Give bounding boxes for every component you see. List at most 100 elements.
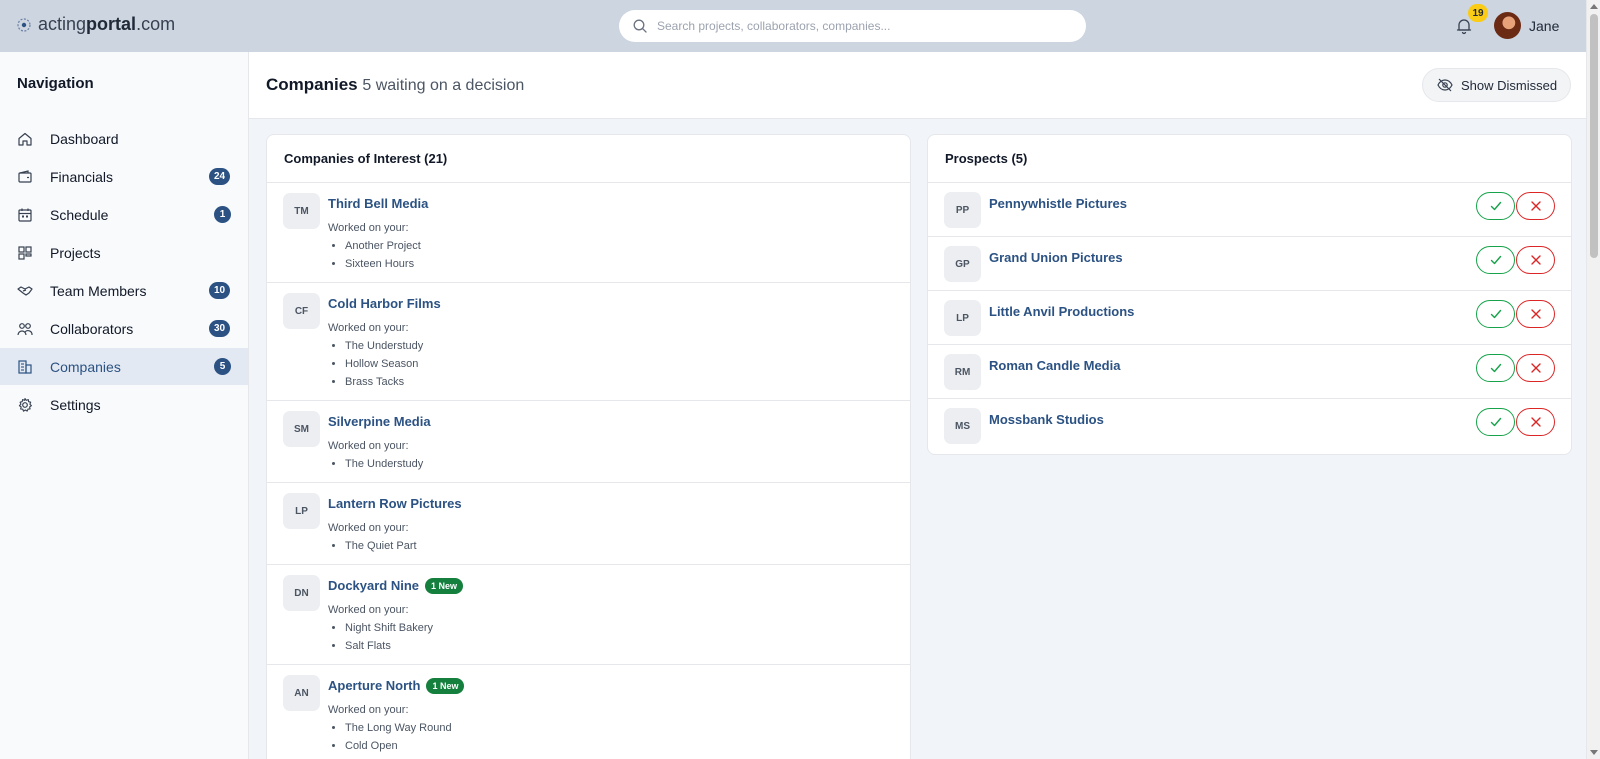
count-badge: 10 bbox=[209, 282, 231, 299]
sidebar-item-dashboard[interactable]: Dashboard bbox=[0, 120, 248, 157]
sidebar-item-financials[interactable]: Financials 24 bbox=[0, 158, 248, 195]
project-item: Another Project bbox=[345, 237, 910, 255]
count-badge: 24 bbox=[209, 168, 231, 185]
accept-button[interactable] bbox=[1476, 354, 1515, 382]
scrollbar-thumb[interactable] bbox=[1590, 14, 1598, 258]
accept-button[interactable] bbox=[1476, 300, 1515, 328]
project-item: The Quiet Part bbox=[345, 537, 910, 555]
scroll-up-arrow[interactable] bbox=[1590, 4, 1598, 9]
check-icon bbox=[1490, 417, 1501, 427]
reject-button[interactable] bbox=[1516, 408, 1555, 436]
reject-button[interactable] bbox=[1516, 354, 1555, 382]
sidebar-item-schedule[interactable]: Schedule 1 bbox=[0, 196, 248, 233]
page-title: Companies 5 waiting on a decision bbox=[266, 75, 524, 95]
company-name-link[interactable]: Mossbank Studios bbox=[989, 412, 1104, 427]
page-subtitle: 5 waiting on a decision bbox=[362, 77, 525, 94]
project-list: The Long Way Round Cold Open bbox=[345, 719, 910, 755]
page-header: Companies 5 waiting on a decision Show D… bbox=[249, 52, 1586, 119]
avatar[interactable] bbox=[1494, 12, 1521, 39]
page-title-text: Companies bbox=[266, 75, 358, 94]
sidebar-item-collaborators[interactable]: Collaborators 30 bbox=[0, 310, 248, 347]
user-name[interactable]: Jane bbox=[1529, 18, 1559, 34]
worked-on-label: Worked on your: bbox=[328, 604, 409, 616]
list-item[interactable]: LP Lantern Row Pictures Worked on your: … bbox=[267, 483, 910, 565]
scroll-down-arrow[interactable] bbox=[1590, 750, 1598, 755]
close-icon bbox=[1530, 255, 1541, 265]
list-item[interactable]: AN Aperture North 1 New Worked on your: T… bbox=[267, 665, 910, 759]
company-initials: LP bbox=[283, 493, 320, 529]
project-item: Night Shift Bakery bbox=[345, 619, 910, 637]
table-row: PP Pennywhistle Pictures bbox=[928, 183, 1571, 237]
new-badge: 1 New bbox=[425, 578, 464, 594]
logo-bold: portal bbox=[86, 14, 137, 34]
new-badge: 1 New bbox=[426, 678, 465, 694]
table-row: RM Roman Candle Media bbox=[928, 345, 1571, 399]
company-name-link[interactable]: Pennywhistle Pictures bbox=[989, 196, 1127, 211]
sidebar-item-label: Financials bbox=[50, 169, 114, 185]
eye-off-icon bbox=[1437, 78, 1453, 92]
sidebar-item-companies[interactable]: Companies 5 bbox=[0, 348, 248, 385]
company-initials: PP bbox=[944, 192, 981, 228]
company-initials: MS bbox=[944, 408, 981, 444]
accept-button[interactable] bbox=[1476, 408, 1515, 436]
project-list: Night Shift Bakery Salt Flats bbox=[345, 619, 910, 655]
table-row: MS Mossbank Studios bbox=[928, 399, 1571, 453]
project-item: The Long Way Round bbox=[345, 719, 910, 737]
worked-on-label: Worked on your: bbox=[328, 322, 409, 334]
close-icon bbox=[1530, 309, 1541, 319]
sidebar-item-label: Collaborators bbox=[50, 321, 134, 337]
list-item[interactable]: CF Cold Harbor Films Worked on your: The… bbox=[267, 283, 910, 401]
company-name-link[interactable]: Lantern Row Pictures bbox=[328, 496, 462, 511]
sidebar-item-label: Projects bbox=[50, 245, 101, 261]
sidebar-item-settings[interactable]: Settings bbox=[0, 386, 248, 423]
project-item: Salt Flats bbox=[345, 637, 910, 655]
company-name-link[interactable]: Aperture North bbox=[328, 678, 420, 693]
list-item[interactable]: TM Third Bell Media Worked on your: Anot… bbox=[267, 183, 910, 283]
project-list: The Understudy Hollow Season Brass Tacks bbox=[345, 337, 910, 391]
company-name-link[interactable]: Grand Union Pictures bbox=[989, 250, 1123, 265]
search-bar[interactable] bbox=[619, 10, 1086, 42]
reject-button[interactable] bbox=[1516, 246, 1555, 274]
card-title: Companies of Interest (21) bbox=[267, 135, 910, 183]
company-initials: DN bbox=[283, 575, 320, 611]
app-logo[interactable]: acting portal .com bbox=[16, 14, 175, 35]
sidebar: Navigation Dashboard Financials 24 Sched… bbox=[0, 52, 249, 759]
table-row: LP Little Anvil Productions bbox=[928, 291, 1571, 345]
check-icon bbox=[1490, 201, 1501, 211]
search-input[interactable] bbox=[657, 19, 1057, 33]
sidebar-item-label: Settings bbox=[50, 397, 101, 413]
company-name-link[interactable]: Roman Candle Media bbox=[989, 358, 1120, 373]
home-icon bbox=[18, 132, 32, 146]
project-item: The Understudy bbox=[345, 337, 910, 355]
list-item[interactable]: DN Dockyard Nine 1 New Worked on your: Ni… bbox=[267, 565, 910, 665]
logo-prefix: acting bbox=[38, 14, 87, 34]
show-dismissed-label: Show Dismissed bbox=[1461, 77, 1558, 93]
sidebar-item-team-members[interactable]: Team Members 10 bbox=[0, 272, 248, 309]
search-icon bbox=[633, 19, 647, 33]
company-initials: LP bbox=[944, 300, 981, 336]
sidebar-item-projects[interactable]: Projects bbox=[0, 234, 248, 271]
company-initials: RM bbox=[944, 354, 981, 390]
sidebar-item-label: Dashboard bbox=[50, 131, 119, 147]
page-scrollbar[interactable] bbox=[1586, 0, 1600, 759]
reject-button[interactable] bbox=[1516, 300, 1555, 328]
check-icon bbox=[1490, 255, 1501, 265]
project-list: Another Project Sixteen Hours bbox=[345, 237, 910, 273]
accept-button[interactable] bbox=[1476, 246, 1515, 274]
logo-mark-icon bbox=[17, 17, 31, 32]
sidebar-item-label: Companies bbox=[50, 359, 121, 375]
show-dismissed-button[interactable]: Show Dismissed bbox=[1422, 68, 1571, 102]
company-name-link[interactable]: Little Anvil Productions bbox=[989, 304, 1134, 319]
accept-button[interactable] bbox=[1476, 192, 1515, 220]
company-name-link[interactable]: Cold Harbor Films bbox=[328, 296, 441, 311]
users-icon bbox=[17, 323, 33, 336]
sidebar-item-label: Team Members bbox=[50, 283, 147, 299]
main-content: Companies 5 waiting on a decision Show D… bbox=[249, 52, 1586, 759]
company-name-link[interactable]: Dockyard Nine bbox=[328, 578, 419, 593]
company-name-link[interactable]: Silverpine Media bbox=[328, 414, 431, 429]
list-item[interactable]: SM Silverpine Media Worked on your: The … bbox=[267, 401, 910, 483]
reject-button[interactable] bbox=[1516, 192, 1555, 220]
company-name-link[interactable]: Third Bell Media bbox=[328, 196, 428, 211]
close-icon bbox=[1530, 201, 1541, 211]
check-icon bbox=[1490, 363, 1501, 373]
